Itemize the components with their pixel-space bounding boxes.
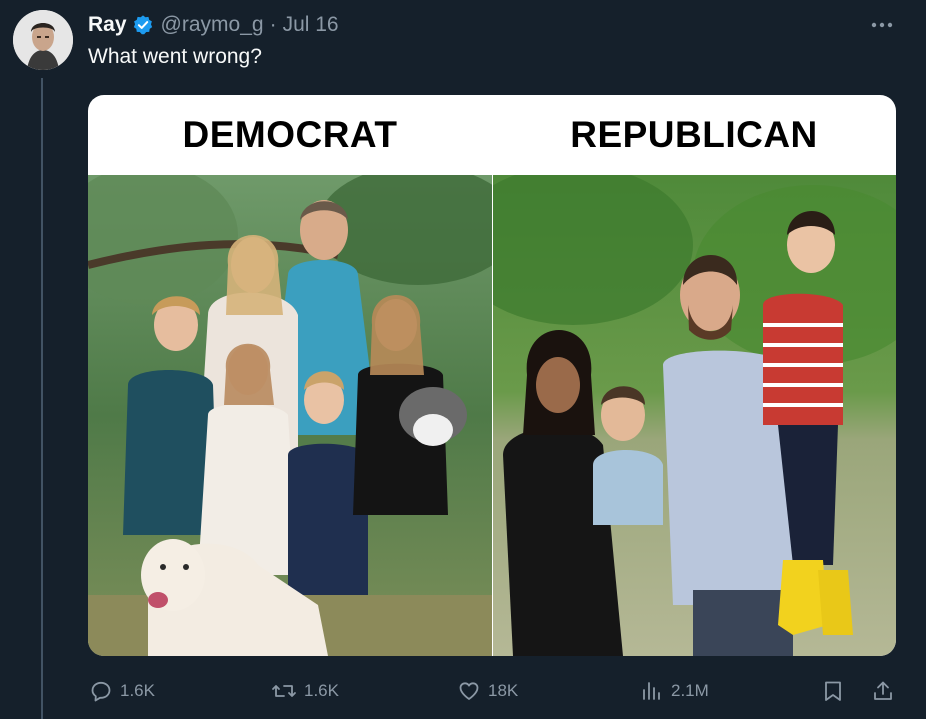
reply-button[interactable]: 1.6K (88, 676, 155, 706)
republican-family-photo (493, 175, 896, 656)
more-icon (871, 22, 893, 28)
author-handle[interactable]: @raymo_g (161, 13, 264, 37)
tweet[interactable]: Ray @raymo_g · Jul 16 What went wrong? D… (0, 0, 926, 719)
avatar[interactable] (13, 10, 73, 70)
author-name[interactable]: Ray (88, 13, 127, 37)
views-count: 2.1M (671, 681, 709, 700)
views-icon (643, 682, 660, 700)
tweet-date[interactable]: Jul 16 (283, 13, 339, 37)
share-button[interactable] (871, 676, 901, 706)
tweet-text: What went wrong? (88, 45, 262, 68)
reply-icon (91, 681, 111, 702)
share-icon (874, 681, 892, 700)
tweet-actions: 1.6K 1.6K 18K 2.1M (88, 676, 896, 706)
like-icon (459, 682, 479, 700)
more-button[interactable] (868, 11, 896, 39)
label-democrat: DEMOCRAT (182, 114, 398, 155)
separator-dot: · (269, 13, 277, 36)
label-republican: REPUBLICAN (570, 114, 818, 155)
avatar-image (13, 10, 73, 70)
tweet-media[interactable]: DEMOCRAT REPUBLICAN (88, 95, 896, 656)
bookmark-button[interactable] (821, 676, 851, 706)
tweet-header: Ray @raymo_g · Jul 16 (88, 11, 339, 39)
retweet-button[interactable]: 1.6K (270, 676, 339, 706)
reply-count: 1.6K (120, 681, 155, 700)
thread-line (41, 78, 43, 719)
like-button[interactable]: 18K (456, 676, 518, 706)
bookmark-icon (825, 681, 841, 701)
retweet-icon (272, 685, 296, 697)
like-count: 18K (488, 681, 519, 700)
verified-icon (133, 15, 152, 35)
democrat-family-photo (88, 175, 492, 656)
views-button[interactable]: 2.1M (639, 676, 709, 706)
retweet-count: 1.6K (304, 681, 339, 700)
